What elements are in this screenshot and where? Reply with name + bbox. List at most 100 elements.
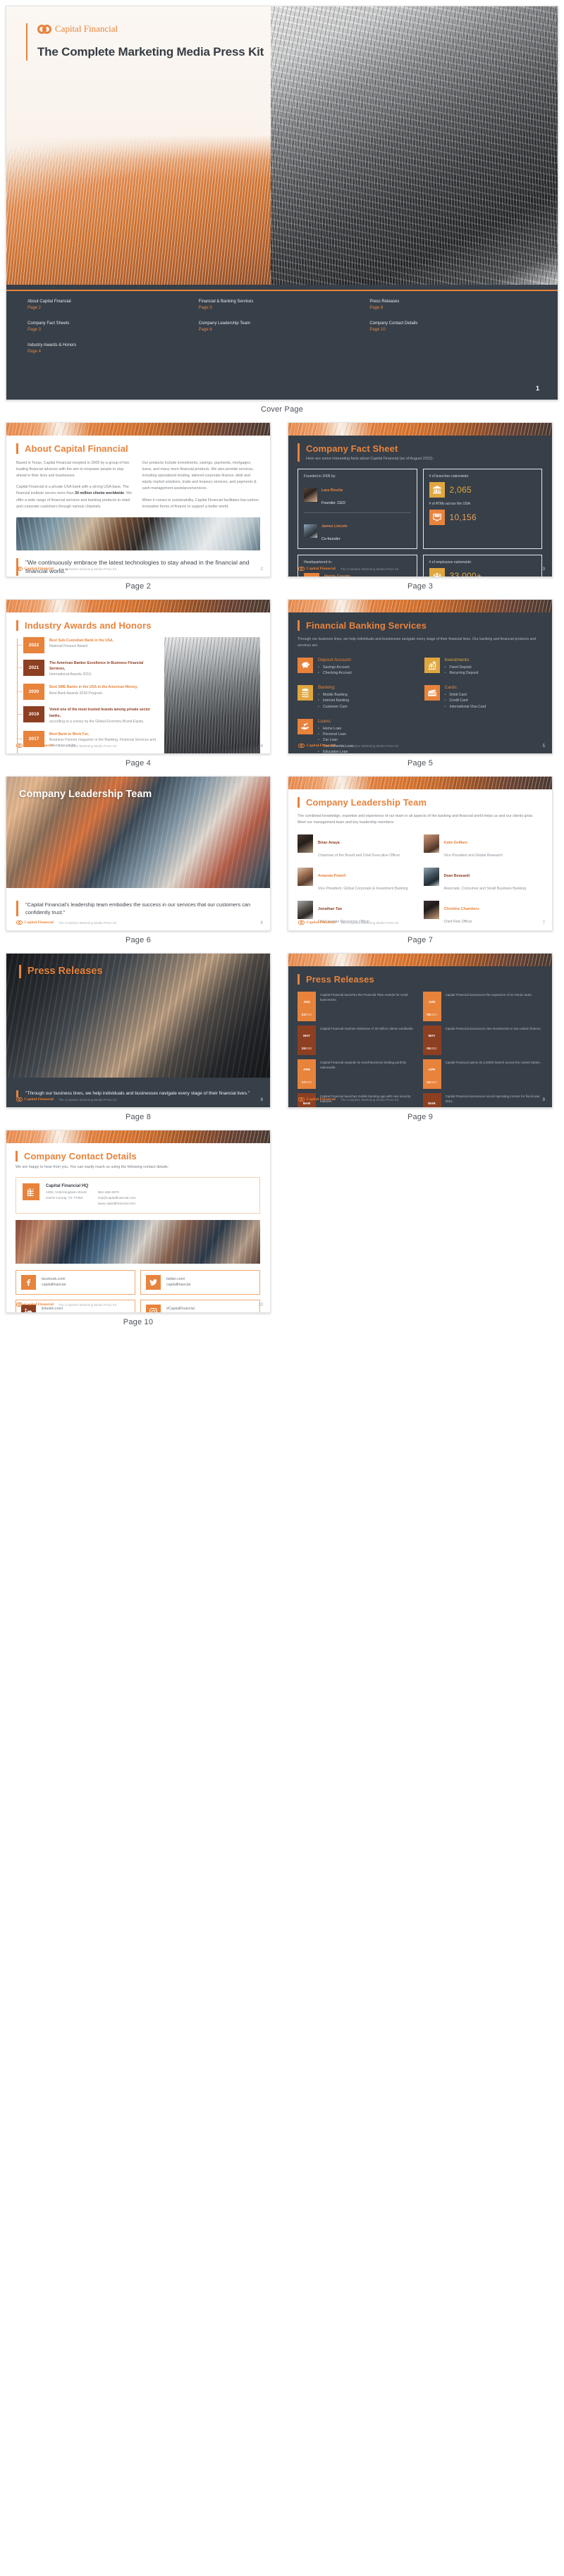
footer-logo: Capital Financial [16, 1302, 54, 1307]
founder-name: James Lincoln [321, 524, 348, 529]
footer-tagline: The Complete Marketing Media Press Kit [59, 744, 117, 748]
building-icon [23, 1183, 39, 1201]
founders-box: Founded in 2005 by: Lara Rinella Founder,… [298, 469, 417, 550]
bank-icon [429, 482, 445, 498]
page9-heading-wrap: Press Releases [298, 974, 542, 985]
award-item: 2019 Voted one of the most trusted brand… [17, 706, 157, 724]
phone[interactable]: 564-456-3976 [98, 1191, 119, 1195]
spread-8-9: Press Releases "Through our business lin… [0, 953, 564, 1130]
toc-item[interactable]: Financial & Banking Services Page 5 [199, 299, 366, 312]
url-line-2: company/CFBank [42, 1312, 70, 1313]
press-release[interactable]: MAY 292022 Capital Financial reaches mile… [298, 1025, 417, 1055]
leader: Katie DeMare Vice President and Global Re… [423, 834, 543, 860]
paragraph: Capital Financial is a private USA bank … [16, 484, 133, 510]
page-number: 8 [260, 1098, 263, 1102]
press-release[interactable]: APR 022022 Capital Financial opens its 2,… [422, 1059, 543, 1089]
footer-tagline: The Complete Marketing Media Press Kit [59, 1097, 117, 1102]
press-release[interactable]: APR 172022 Capital Financial expands its … [298, 1059, 417, 1089]
page-title: About Capital Financial [25, 443, 128, 454]
award-item: 2022 Best Sub-Custodian Bank in the USA,… [17, 637, 157, 653]
page-title: Industry Awards and Honors [25, 620, 152, 631]
award-title: Best Bank to Work For, [49, 732, 89, 737]
page6-title-wrap: Company Leadership Team [19, 788, 152, 801]
page-7: Company Leadership Team The combined kno… [288, 776, 553, 931]
toc-item[interactable]: Press Releases Page 8 [369, 299, 537, 312]
footer-brand-name: Capital Financial [306, 744, 336, 748]
service-item: International Visa Card [445, 704, 486, 710]
texture-band [288, 954, 552, 966]
paragraph: Based in Texas, Capital Financial incept… [16, 461, 130, 479]
page2-columns: Based in Texas, Capital Financial incept… [16, 460, 259, 510]
brand-logo: Capital Financial [37, 23, 264, 35]
footer-brand-name: Capital Financial [24, 1302, 54, 1307]
footer-brand-name: Capital Financial [306, 1097, 336, 1102]
spread-2-3: About Capital Financial Based in Texas, … [0, 422, 564, 599]
service-title: Cards: [444, 685, 458, 691]
press-release[interactable]: JUN 082022 Capital Financial announces th… [422, 992, 543, 1021]
texture-band [6, 600, 270, 612]
page-title: Press Releases [27, 966, 103, 977]
release-month: MAR 21 [302, 1102, 311, 1105]
pull-quote: "Capital Financial's leadership team emb… [16, 900, 260, 916]
cover-title: The Complete Marketing Media Press Kit [37, 45, 264, 58]
stat-atms: 10,156 [429, 510, 537, 526]
award-year: 2019 [23, 706, 44, 723]
toc-item[interactable]: Company Fact Sheets Page 3 [27, 321, 195, 333]
page-footer: Capital Financial The Complete Marketing… [16, 744, 116, 748]
toc-item[interactable]: About Capital Financial Page 2 [27, 299, 195, 312]
leader-name: Dean Beasantt [443, 874, 470, 879]
twitter-icon [146, 1274, 161, 1290]
awards-timeline: 2022 Best Sub-Custodian Bank in the USA,… [16, 637, 157, 753]
service-title: Deposit Account: [318, 657, 352, 663]
footer-logo: Capital Financial [16, 1097, 54, 1102]
social-instagram[interactable]: #CapitalFinancial#CFBank [140, 1299, 260, 1313]
page-10: Company Contact Details We are happy to … [6, 1130, 271, 1313]
page2-col-2: Our products include investments, saving… [142, 460, 259, 510]
release-text: Capital Financial announces record opera… [445, 1095, 540, 1104]
toc-item[interactable]: Company Leadership Team Page 6 [199, 321, 366, 333]
website[interactable]: www.capitalfinancial.com [98, 1202, 135, 1206]
social-facebook[interactable]: facebook.com/capitalfinancial [16, 1269, 135, 1295]
email[interactable]: HQ@capitalfinancial.com [98, 1197, 136, 1200]
page-footer: Capital Financial The Complete Marketing… [298, 1097, 398, 1102]
stat-branches: 2,065 [429, 482, 537, 498]
social-twitter[interactable]: twitter.com/capitalfinancial [140, 1269, 260, 1295]
page-number: 10 [258, 1303, 263, 1307]
release-date: JUN 232022 [298, 992, 316, 1021]
page-caption: Page 2 [125, 582, 152, 591]
service-title: Loans: [318, 718, 332, 724]
service-items: Fixed Deposit Recurring Deposit [445, 665, 479, 677]
table-of-contents: About Capital Financial Page 2 Financial … [6, 285, 558, 400]
services-grid: Deposit Account: Savings Account Checkin… [298, 657, 542, 753]
service-item: Fixed Deposit [445, 665, 479, 671]
press-release[interactable]: MAY 052022 Capital Financial announces ne… [422, 1025, 543, 1055]
award-year: 2020 [23, 684, 44, 701]
divider [304, 512, 411, 514]
release-date: APR 022022 [422, 1059, 441, 1089]
cover-hero: Capital Financial The Complete Marketing… [6, 6, 558, 285]
page-title: Company Fact Sheet [306, 443, 398, 454]
page-5: Financial Banking Services Through our b… [288, 599, 553, 754]
footer-logo: Capital Financial [298, 567, 336, 571]
address-line-2: Harris County, TX 77083 [46, 1197, 83, 1201]
toc-item[interactable]: Industry Awards & Honors Page 4 [27, 343, 195, 355]
stat-employees: 33,000+ [429, 568, 537, 577]
press-release[interactable]: JUN 232022 Capital Financial launches the… [298, 992, 417, 1021]
footer-brand-name: Capital Financial [306, 567, 336, 571]
toc-page: Page 4 [27, 350, 42, 354]
page-8: Press Releases "Through our business lin… [6, 953, 271, 1108]
url-line-2: #CFBank [166, 1312, 182, 1313]
page-6: Company Leadership Team "Capital Financi… [6, 776, 271, 931]
release-month: MAR 09 [428, 1102, 436, 1105]
paragraph: Our products include investments, saving… [142, 461, 257, 491]
page-footer: Capital Financial The Complete Marketing… [16, 1097, 116, 1102]
avatar [423, 901, 439, 920]
stat-label: # of ATMs across the USA: [429, 502, 472, 507]
press-release[interactable]: MAR 092022 Capital Financial announces re… [422, 1093, 543, 1107]
service-item: Personal Loan [318, 732, 367, 738]
toc-item[interactable]: Company Contact Details Page 10 [369, 321, 537, 333]
leader-role: Vice President, Global Corporate & Inves… [318, 887, 408, 892]
page-caption: Page 10 [123, 1318, 154, 1326]
page-caption: Cover Page [260, 405, 304, 414]
leader-role: Associate, Consumer and Small Business B… [443, 887, 527, 892]
